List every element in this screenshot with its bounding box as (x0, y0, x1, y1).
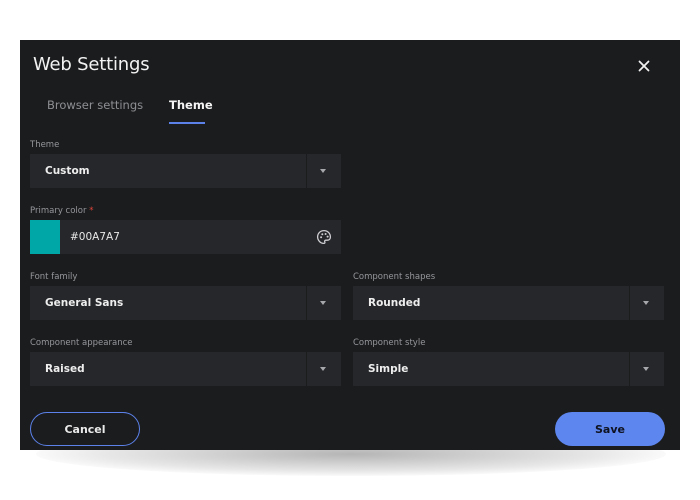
select-divider (306, 286, 307, 320)
font-family-select[interactable]: General Sans (30, 286, 341, 320)
component-appearance-select-value: Raised (45, 363, 85, 375)
component-style-label: Component style (353, 338, 426, 348)
primary-color-label-text: Primary color (30, 206, 87, 216)
tab-browser-settings[interactable]: Browser settings (47, 98, 143, 112)
select-divider (629, 286, 630, 320)
primary-color-label: Primary color * (30, 206, 93, 216)
dialog-title: Web Settings (33, 54, 150, 75)
chevron-down-icon (320, 301, 326, 305)
color-swatch[interactable] (30, 220, 60, 254)
component-style-select-value: Simple (368, 363, 409, 375)
required-marker: * (89, 206, 94, 216)
select-divider (306, 352, 307, 386)
select-divider (629, 352, 630, 386)
component-appearance-label: Component appearance (30, 338, 133, 348)
font-family-label: Font family (30, 272, 78, 282)
close-button[interactable] (632, 54, 656, 78)
close-icon (638, 60, 650, 72)
component-shapes-select[interactable]: Rounded (353, 286, 664, 320)
web-settings-dialog: Web Settings Browser settings Theme Them… (20, 40, 680, 450)
tab-theme[interactable]: Theme (169, 98, 213, 112)
component-appearance-select[interactable]: Raised (30, 352, 341, 386)
component-shapes-select-value: Rounded (368, 297, 421, 309)
font-family-select-value: General Sans (45, 297, 124, 309)
chevron-down-icon (320, 169, 326, 173)
palette-icon[interactable] (316, 229, 332, 245)
save-button[interactable]: Save (555, 412, 665, 446)
component-style-select[interactable]: Simple (353, 352, 664, 386)
chevron-down-icon (643, 301, 649, 305)
primary-color-input[interactable] (70, 220, 310, 254)
component-shapes-label: Component shapes (353, 272, 436, 282)
theme-select-value: Custom (45, 165, 90, 177)
active-tab-indicator (169, 122, 205, 124)
select-divider (306, 154, 307, 188)
chevron-down-icon (643, 367, 649, 371)
theme-label: Theme (30, 140, 60, 150)
chevron-down-icon (320, 367, 326, 371)
primary-color-field (30, 220, 341, 254)
theme-select[interactable]: Custom (30, 154, 341, 188)
cancel-button[interactable]: Cancel (30, 412, 140, 446)
